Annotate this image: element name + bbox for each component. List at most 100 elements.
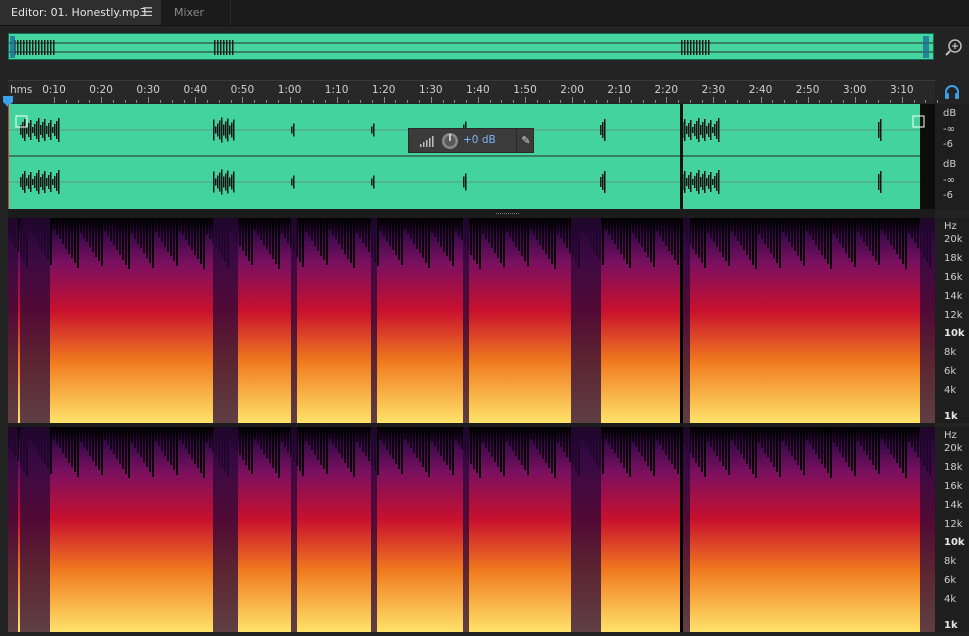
waveform-burst — [684, 171, 686, 193]
spectrogram-streak — [302, 427, 304, 476]
spectrogram-streak — [302, 218, 304, 267]
headphones-icon[interactable] — [944, 84, 960, 99]
spectrogram-streak — [611, 218, 613, 240]
bottom-strip — [0, 632, 969, 636]
spectrogram-streak — [263, 218, 265, 245]
ruler-tick-mark — [607, 100, 609, 103]
spectrogram-streak — [299, 218, 301, 262]
waveform-burst — [231, 174, 233, 190]
overview-navigator[interactable] — [8, 33, 935, 60]
spectrogram-streak — [470, 427, 472, 464]
time-ruler[interactable]: hms 0:10 0:20 0:30 0:40 0:50 1:00 1:10 1:20 1:30… — [8, 80, 939, 103]
spectrogram-streak — [857, 218, 859, 232]
spectrogram-streak — [770, 427, 772, 462]
spectrogram-streak — [209, 218, 211, 239]
spectrogram-streak — [323, 218, 325, 260]
spectrogram-streak — [605, 427, 607, 439]
spectrogram-streak — [188, 218, 190, 245]
waveform-burst — [58, 170, 60, 194]
ruler-tick-mark — [336, 97, 338, 103]
waveform-burst — [694, 176, 696, 188]
spectrogram-streak — [494, 218, 496, 253]
ruler-tick-label: 0:50 — [230, 84, 255, 96]
spectrogram-streak — [92, 218, 94, 252]
spectrogram-streak — [542, 218, 544, 250]
tab-mixer[interactable]: Mixer — [161, 0, 231, 25]
amp-label-db-1: dB — [943, 108, 957, 119]
spectrogram-streak — [377, 427, 379, 475]
spectrogram-streak — [710, 218, 712, 238]
spectrogram-streak — [167, 427, 169, 461]
spectrogram-streak — [446, 218, 448, 256]
spectrogram-streak — [146, 427, 148, 467]
spectrogram-streak — [737, 218, 739, 241]
spectrogram-channel-1[interactable] — [8, 218, 935, 423]
volume-knob-icon[interactable] — [441, 132, 459, 150]
spectrogram-streak — [674, 218, 676, 260]
spectrogram-streak — [524, 427, 526, 470]
spectrogram-quiet-region — [463, 427, 469, 632]
waveform-burst — [600, 177, 602, 187]
ruler-tick-label: 2:30 — [701, 84, 726, 96]
ruler-tick-mark — [689, 100, 691, 103]
ruler-tick-mark — [454, 100, 456, 103]
spectrogram-streak — [416, 218, 418, 249]
volume-hud[interactable]: +0 dB ✎ — [408, 128, 534, 153]
ruler-tick-mark — [171, 100, 173, 103]
spectrogram-streak — [704, 427, 706, 477]
waveform-burst — [213, 119, 215, 141]
spectrogram-streak — [881, 427, 883, 439]
spectrogram-channel-2[interactable] — [8, 427, 935, 632]
spectrogram-streak — [140, 218, 142, 248]
spectrogram-streak — [563, 427, 565, 452]
spectrogram-streak — [887, 218, 889, 240]
spectrogram-streak — [50, 218, 52, 265]
spectrogram-streak — [401, 427, 403, 474]
spectrogram-streak — [326, 218, 328, 265]
spectrogram-streak — [797, 427, 799, 465]
spectrogram-streak — [854, 218, 856, 267]
spectrogram-streak — [812, 427, 814, 449]
tab-editor[interactable]: Editor: 01. Honestly.mp3 ☰ — [0, 0, 161, 25]
ruler-tick-mark — [407, 100, 409, 103]
overview-burst — [217, 40, 219, 55]
spectrogram-streak — [347, 427, 349, 468]
ruler-tick-mark — [913, 100, 915, 103]
ruler-tick-mark — [784, 100, 786, 103]
ruler-tick-mark — [136, 100, 138, 103]
spectrogram-streak — [320, 218, 322, 256]
ruler-tick-mark — [513, 100, 515, 103]
ruler-tick-label: 2:10 — [607, 84, 631, 96]
spectrogram-streak — [557, 427, 559, 443]
ruler-tick-mark — [383, 97, 385, 103]
ruler-tick-label: 0:40 — [183, 84, 208, 96]
waveform-burst — [231, 122, 233, 138]
gain-value[interactable]: +0 dB — [463, 134, 496, 146]
spectrogram-streak — [194, 427, 196, 464]
spectrogram-streak — [248, 427, 250, 470]
spectrogram-streak — [629, 218, 631, 268]
spectrogram-streak — [806, 427, 808, 440]
playhead-marker[interactable] — [3, 92, 13, 107]
spectrogram-quiet-region — [20, 427, 50, 632]
spectrogram-streak — [656, 218, 658, 231]
pin-icon[interactable]: ✎ — [516, 129, 535, 152]
panel-divider[interactable] — [8, 209, 935, 218]
zoom-navigator-icon[interactable] — [943, 36, 965, 58]
spectrogram-streak — [434, 218, 436, 237]
waveform-display[interactable] — [8, 104, 935, 209]
spectrogram-streak — [425, 218, 427, 263]
spectrogram-streak — [902, 427, 904, 473]
ruler-tick-label: 0:20 — [89, 84, 113, 96]
spectrogram-streak — [86, 218, 88, 242]
spectrogram-streak — [458, 218, 460, 236]
spectrogram-streak — [803, 218, 805, 266]
hamburger-menu-icon[interactable]: ☰ — [142, 0, 153, 25]
ruler-tick-mark — [65, 100, 67, 103]
spectrogram-streak — [860, 427, 862, 446]
spectrogram-streak — [605, 218, 607, 230]
spectrogram-streak — [602, 427, 604, 474]
spectrogram-streak — [176, 427, 178, 475]
spectrogram-streak — [164, 218, 166, 247]
spectrogram-streak — [341, 218, 343, 249]
